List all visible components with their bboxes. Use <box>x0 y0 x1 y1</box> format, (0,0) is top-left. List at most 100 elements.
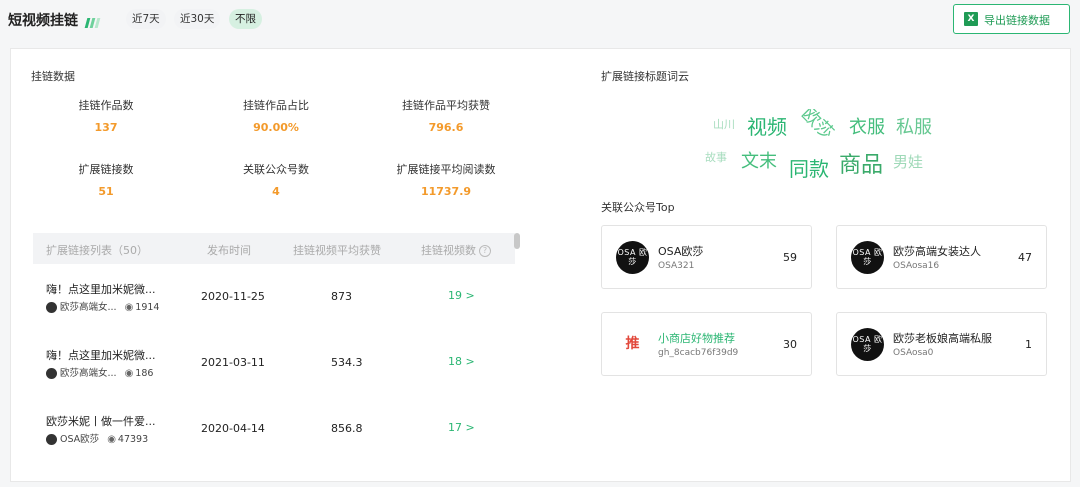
export-button[interactable]: X 导出链接数据 <box>953 4 1070 34</box>
table-row[interactable]: 嗨！点这里加米妮微... 欧莎高端女... ◉ 1914 2020-11-25 87… <box>33 267 515 333</box>
author-avatar <box>46 434 57 445</box>
stat-value: 90.00% <box>253 121 299 134</box>
range-tab-30d[interactable]: 近30天 <box>174 9 221 29</box>
account-id: OSA321 <box>658 261 695 271</box>
column-header-video-count-label: 挂链视频数 <box>421 244 476 257</box>
content-card: 挂链数据 挂链作品数 137 挂链作品占比 90.00% 挂链作品平均获赞 79… <box>10 48 1071 482</box>
account-name: 小商店好物推荐 <box>658 332 735 345</box>
table-scrollbar[interactable] <box>514 233 520 459</box>
export-button-label: 导出链接数据 <box>984 14 1050 27</box>
column-header-video-count: 挂链视频数? <box>421 242 491 258</box>
stat-value: 11737.9 <box>420 185 472 198</box>
account-avatar: OSA 欧莎 <box>851 241 884 274</box>
account-avatar: 推 <box>625 336 640 352</box>
account-name: 欧莎高端女装达人 <box>893 245 981 258</box>
word-cloud: 山川 视频 欧莎 衣服 私服 故事 文末 同款 商品 男娃 <box>701 109 981 179</box>
eye-icon: ◉ <box>124 368 134 379</box>
account-name: 欧莎老板娘高端私服 <box>893 332 992 345</box>
stat-value: 796.6 <box>428 121 464 134</box>
row-video-count-link[interactable]: 17 > <box>448 421 475 434</box>
row-video-count: 18 <box>448 355 462 368</box>
table-row[interactable]: 欧莎米妮丨做一件爱... OSA欧莎 ◉ 47393 2020-04-14 856.… <box>33 399 515 459</box>
account-count: 47 <box>1018 251 1032 264</box>
account-avatar: OSA 欧莎 <box>616 241 649 274</box>
help-icon[interactable]: ? <box>479 245 491 257</box>
cloud-word: 视频 <box>747 115 787 139</box>
page-title: 短视频挂链 <box>8 13 78 29</box>
row-video-count-link[interactable]: 18 > <box>448 355 475 368</box>
stat-value: 137 <box>94 121 118 134</box>
row-avg-likes: 534.3 <box>331 356 363 369</box>
range-tab-all[interactable]: 不限 <box>229 9 262 29</box>
stat-label: 扩展链接平均阅读数 <box>396 163 496 176</box>
scrollbar-thumb[interactable] <box>514 233 520 249</box>
cloud-word: 山川 <box>713 118 735 131</box>
account-id: OSAosa16 <box>893 261 940 271</box>
eye-icon: ◉ <box>124 302 134 313</box>
cloud-word: 欧莎 <box>797 109 838 144</box>
extension-link-table: 扩展链接列表（50） 发布时间 挂链视频平均获赞 挂链视频数? 嗨！点这里加米妮… <box>33 233 515 459</box>
account-count: 1 <box>1025 338 1032 351</box>
row-meta: 欧莎高端女... ◉ 1914 <box>46 299 159 313</box>
top-bar: 短视频挂链 近7天 近30天 不限 X 导出链接数据 <box>0 0 1080 40</box>
column-header-links: 扩展链接列表（50） <box>46 244 148 257</box>
cloud-word: 文末 <box>741 151 777 172</box>
eye-icon: ◉ <box>107 434 116 445</box>
table-row[interactable]: 嗨！点这里加米妮微... 欧莎高端女... ◉ 186 2021-03-11 534… <box>33 333 515 399</box>
word-cloud-title: 扩展链接标题词云 <box>601 70 689 83</box>
stat-label: 挂链作品平均获赞 <box>402 99 490 112</box>
row-video-count-link[interactable]: 19 > <box>448 289 475 302</box>
column-header-avg-likes: 挂链视频平均获赞 <box>293 244 381 257</box>
account-count: 59 <box>783 251 797 264</box>
row-video-count: 19 <box>448 289 462 302</box>
row-meta: OSA欧莎 ◉ 47393 <box>46 431 148 445</box>
cloud-word: 私服 <box>896 117 932 138</box>
row-date: 2021-03-11 <box>201 356 265 369</box>
row-link-title[interactable]: 嗨！点这里加米妮微... <box>46 281 156 297</box>
cloud-word: 商品 <box>839 153 884 178</box>
column-header-date: 发布时间 <box>207 244 251 257</box>
stat-label: 挂链作品数 <box>78 99 134 112</box>
row-video-count: 17 <box>448 421 462 434</box>
row-link-title[interactable]: 嗨！点这里加米妮微... <box>46 347 156 363</box>
account-avatar: OSA 欧莎 <box>851 328 884 361</box>
chevron-right-icon: > <box>465 421 475 434</box>
accounts-title: 关联公众号Top <box>601 201 675 214</box>
stat-label: 关联公众号数 <box>243 163 309 176</box>
author-avatar <box>46 368 57 379</box>
cloud-word: 故事 <box>705 151 727 164</box>
stat-label: 挂链作品占比 <box>243 99 309 112</box>
row-link-title[interactable]: 欧莎米妮丨做一件爱... <box>46 413 156 429</box>
row-author: 欧莎高端女... <box>60 368 117 379</box>
table-header: 扩展链接列表（50） 发布时间 挂链视频平均获赞 挂链视频数? <box>33 233 515 264</box>
row-author: OSA欧莎 <box>60 434 100 445</box>
stats-section-title: 挂链数据 <box>31 70 75 83</box>
account-name: OSA欧莎 <box>658 245 704 258</box>
stat-value: 4 <box>272 185 280 198</box>
cloud-word: 男娃 <box>893 153 924 171</box>
row-date: 2020-11-25 <box>201 290 265 303</box>
account-count: 30 <box>783 338 797 351</box>
row-views: 1914 <box>135 302 160 313</box>
row-meta: 欧莎高端女... ◉ 186 <box>46 365 153 379</box>
account-card[interactable]: OSA 欧莎 欧莎老板娘高端私服 OSAosa0 1 <box>836 312 1047 376</box>
row-views: 186 <box>135 368 154 379</box>
account-card[interactable]: 推 小商店好物推荐 gh_8cacb76f39d9 30 <box>601 312 812 376</box>
account-card[interactable]: OSA 欧莎 欧莎高端女装达人 OSAosa16 47 <box>836 225 1047 289</box>
author-avatar <box>46 302 57 313</box>
cloud-word: 同款 <box>789 157 829 179</box>
stat-label: 扩展链接数 <box>78 163 134 176</box>
row-avg-likes: 856.8 <box>331 422 363 435</box>
stat-value: 51 <box>98 185 114 198</box>
cloud-word: 衣服 <box>849 117 885 138</box>
title-accent-icon <box>84 13 101 32</box>
chevron-right-icon: > <box>465 289 475 302</box>
row-avg-likes: 873 <box>331 290 352 303</box>
row-views: 47393 <box>117 434 149 445</box>
account-card[interactable]: OSA 欧莎 OSA欧莎 OSA321 59 <box>601 225 812 289</box>
range-tab-7d[interactable]: 近7天 <box>126 9 166 29</box>
account-id: gh_8cacb76f39d9 <box>658 348 739 358</box>
account-id: OSAosa0 <box>893 348 934 358</box>
row-author: 欧莎高端女... <box>60 302 117 313</box>
excel-icon: X <box>964 12 978 26</box>
